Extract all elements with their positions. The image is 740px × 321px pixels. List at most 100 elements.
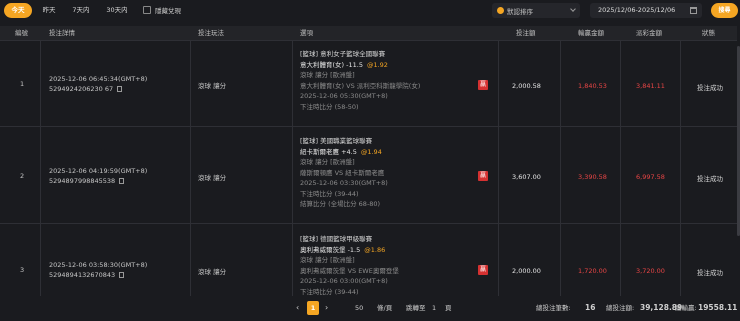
pick-line: 意大利體育(女) -11.5 @1.92 (300, 60, 420, 71)
win-amount: 1,840.53 (578, 82, 607, 90)
goto-label: 跳轉至 (406, 304, 426, 312)
bet-count-value: 16 (585, 303, 596, 312)
detail-line: 滾球 讓分 [歐洲盤] (300, 158, 355, 166)
copy-icon[interactable] (119, 272, 125, 278)
page-size-value[interactable]: 50 (355, 301, 363, 315)
league: [籃球] 美國職業籃球聯賽 (300, 137, 373, 145)
date-range-value: 2025/12/06-2025/12/06 (598, 6, 676, 14)
header-bet-details: 投注詳情 (49, 29, 75, 37)
pagination-bar: ‹ 1 › 50 條/頁 跳轉至 1 頁 總投注筆數: 16 總投注額: 39,… (0, 296, 740, 321)
total-win-label: 總輸贏: (675, 304, 697, 312)
payout-amount: 3,720.00 (636, 267, 665, 275)
header-status: 狀態 (702, 29, 715, 37)
table-row: 2 2025-12-06 04:19:59(GMT+8) 52948979988… (0, 126, 737, 223)
odds: @1.92 (366, 60, 388, 69)
detail-line: 下注時比分 (39-44) (300, 189, 359, 198)
bet-amount: 3,607.00 (512, 173, 541, 181)
status-text: 投注成功 (697, 269, 723, 277)
calendar-icon[interactable] (690, 7, 697, 14)
sort-select[interactable]: 默認排序 (492, 3, 580, 18)
goto-input[interactable]: 1 (432, 301, 436, 315)
order-id: 5294897998845538 (49, 177, 125, 185)
checkbox-icon[interactable] (143, 6, 151, 14)
sort-icon (497, 7, 504, 14)
payout-amount: 3,841.11 (636, 82, 665, 90)
play-type: 滾球 讓分 (198, 174, 227, 182)
bet-count-label: 總投注筆數: (536, 304, 571, 312)
header-win-amount: 輸贏金額 (578, 29, 604, 37)
copy-icon[interactable] (119, 178, 125, 184)
chevron-down-icon (570, 6, 576, 12)
bet-amount: 2,000.00 (512, 267, 541, 275)
tab-30days[interactable]: 30天内 (100, 3, 134, 18)
payout-amount: 6,997.58 (636, 173, 665, 181)
pick-line: 紐卡斯爾老鷹 +4.5 @1.94 (300, 147, 388, 158)
odds: @1.86 (364, 245, 386, 254)
tab-today[interactable]: 今天 (4, 3, 32, 18)
result-badge: 贏 (478, 171, 488, 181)
detail-line: 意大利體育(女) VS 派利亞科斯龍學院(女) (300, 81, 421, 90)
table-header: 編號 投注詳情 投注玩法 選項 投注額 輸贏金額 派彩金額 狀態 (0, 26, 737, 40)
total-win-value: 19558.11 (698, 303, 738, 312)
pick: 奧利弗威爾茨堡 -1.5 (300, 245, 361, 254)
next-page-icon[interactable]: › (325, 301, 328, 315)
detail-line: 滾球 讓分 [歐洲盤] (300, 256, 355, 264)
header-payout: 派彩金額 (636, 29, 662, 37)
detail-line: 2025-12-06 03:30(GMT+8) (300, 179, 388, 187)
page-size-unit: 條/頁 (377, 304, 393, 312)
play-type: 滾球 讓分 (198, 82, 227, 90)
pick: 紐卡斯爾老鷹 +4.5 (300, 147, 357, 156)
bet-time: 2025-12-06 03:58:30(GMT+8) (49, 261, 148, 269)
header-index: 編號 (15, 29, 28, 37)
total-bet-label: 總投注額: (606, 304, 635, 312)
detail-line: 下注時比分 (58-50) (300, 102, 359, 111)
header-bet-amount: 投注額 (516, 29, 536, 37)
order-id-value: 5294894132670843 (49, 271, 116, 279)
detail-line: 結算比分 (全場比分 68-80) (300, 200, 381, 208)
row-index: 3 (20, 266, 25, 274)
detail-line: 薩斯爾頓鷹 VS 紐卡斯爾老鷹 (300, 168, 385, 177)
bet-time: 2025-12-06 04:19:59(GMT+8) (49, 167, 148, 175)
bet-amount: 2,000.58 (512, 82, 541, 90)
selection-details: [籃球] 德國籃球甲級聯賽 奧利弗威爾茨堡 -1.5 @1.86 滾球 讓分 [歐… (300, 234, 399, 297)
selection-details: [籃球] 意利女子籃球全國聯賽 意大利體育(女) -11.5 @1.92 滾球 讓… (300, 49, 420, 112)
detail-line: 2025-12-06 03:00(GMT+8) (300, 277, 388, 285)
detail-line: 滾球 讓分 [歐洲盤] (300, 71, 355, 79)
filter-toolbar: 今天 昨天 7天内 30天内 隱藏兌現 默認排序 2025/12/06-2025… (0, 0, 740, 22)
result-badge: 贏 (478, 265, 488, 275)
pick-line: 奧利弗威爾茨堡 -1.5 @1.86 (300, 245, 399, 256)
play-type: 滾球 讓分 (198, 268, 227, 276)
hide-cashout-toggle[interactable]: 隱藏兌現 (143, 5, 181, 15)
header-play-type: 投注玩法 (198, 29, 224, 37)
date-range-input[interactable]: 2025/12/06-2025/12/06 (590, 3, 702, 18)
row-index: 2 (20, 172, 25, 180)
league: [籃球] 德國籃球甲級聯賽 (300, 235, 373, 243)
order-id-value: 5294924206230 67 (49, 85, 114, 93)
detail-line: 2025-12-06 05:30(GMT+8) (300, 92, 388, 100)
sort-label: 默認排序 (507, 7, 533, 16)
pick: 意大利體育(女) -11.5 (300, 60, 363, 69)
bet-time: 2025-12-06 06:45:34(GMT+8) (49, 75, 148, 83)
selection-details: [籃球] 美國職業籃球聯賽 紐卡斯爾老鷹 +4.5 @1.94 滾球 讓分 [歐洲… (300, 136, 388, 210)
league: [籃球] 意利女子籃球全國聯賽 (300, 50, 386, 58)
detail-line: 奧利弗威爾茨堡 VS EWE奧爾登堡 (300, 266, 399, 275)
order-id: 5294924206230 67 (49, 85, 123, 93)
tab-7days[interactable]: 7天内 (66, 3, 96, 18)
header-selection: 選項 (300, 29, 313, 37)
order-id-value: 5294897998845538 (49, 177, 116, 185)
win-amount: 1,720.00 (578, 267, 607, 275)
tab-yesterday[interactable]: 昨天 (36, 3, 62, 18)
row-index: 1 (20, 80, 25, 88)
win-amount: 3,390.58 (578, 173, 607, 181)
goto-unit: 頁 (445, 304, 452, 312)
status-text: 投注成功 (697, 84, 723, 92)
prev-page-icon[interactable]: ‹ (296, 301, 299, 315)
search-button[interactable]: 搜尋 (711, 3, 738, 18)
bet-record-table: 編號 投注詳情 投注玩法 選項 投注額 輸贏金額 派彩金額 狀態 1 2025-… (0, 26, 737, 297)
order-id: 5294894132670843 (49, 271, 125, 279)
checkbox-label: 隱藏兌現 (155, 7, 181, 15)
table-row: 1 2025-12-06 06:45:34(GMT+8) 52949242062… (0, 40, 737, 126)
copy-icon[interactable] (117, 86, 123, 92)
page-button-current[interactable]: 1 (307, 301, 319, 315)
table-row: 3 2025-12-06 03:58:30(GMT+8) 52948941326… (0, 223, 737, 297)
